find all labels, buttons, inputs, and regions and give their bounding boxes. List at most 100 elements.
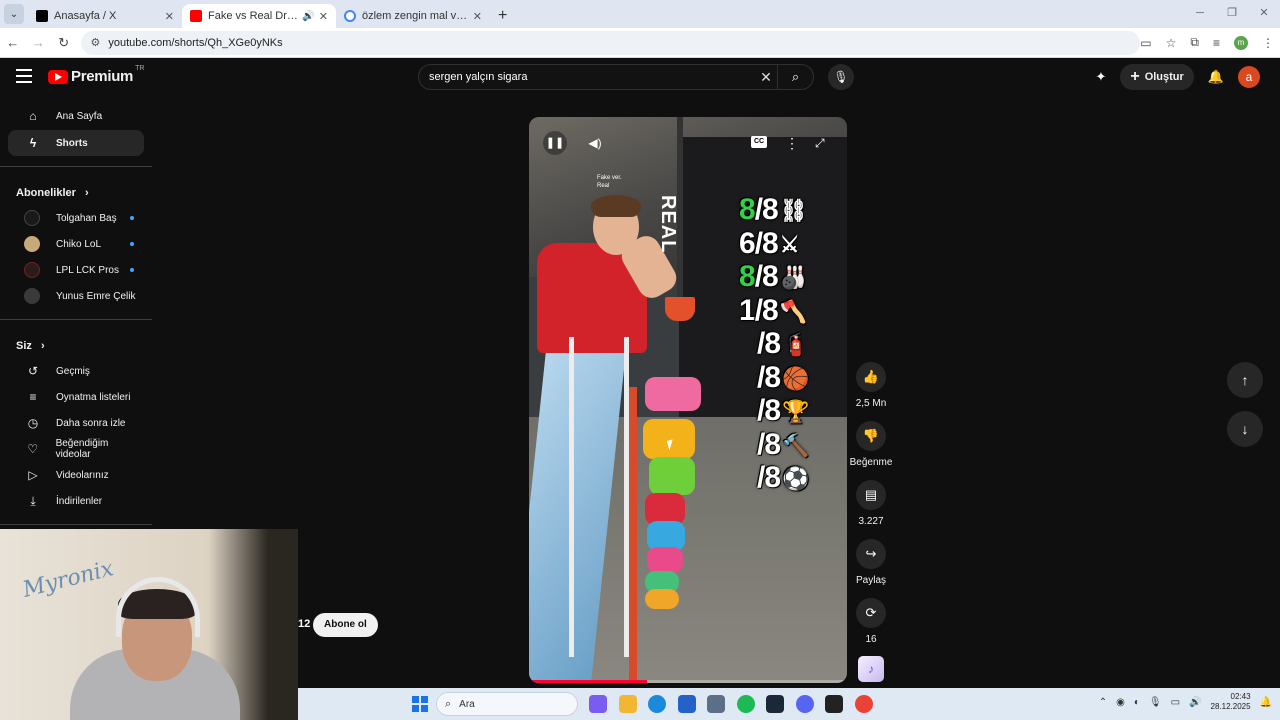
spotify-icon[interactable]	[736, 695, 755, 713]
hamburger-menu-icon[interactable]	[16, 69, 32, 83]
shorts-video-player[interactable]: REAL Fake ver. Real 8/8⛓ 6/8⚔ 8/8🎳 1/8🪓/8🧯 /…	[529, 117, 847, 683]
site-info-icon[interactable]: ⚙	[91, 36, 101, 49]
search-input[interactable]: sergen yalçın sigara	[429, 71, 755, 83]
browser-tab[interactable]: Anasayfa / X ✕	[28, 4, 182, 28]
sidebar-item-playlists[interactable]: ≡ Oynatma listeleri	[8, 384, 144, 410]
subscribe-button[interactable]: Abone ol	[313, 613, 378, 637]
score-row: /8🏀	[757, 360, 809, 394]
sidebar-item-liked-videos[interactable]: ♡ Beğendiğim videolar	[8, 436, 144, 462]
taskbar-clock[interactable]: 02:43 28.12.2025	[1211, 692, 1251, 712]
chrome-icon[interactable]	[854, 695, 873, 713]
media-control-icon[interactable]: ≡	[1213, 36, 1220, 50]
sidebar-item-home[interactable]: ⌂ Ana Sayfa	[8, 103, 144, 129]
you-heading[interactable]: Siz ›	[0, 330, 152, 358]
close-icon[interactable]: ✕	[165, 10, 174, 23]
video-progress-bar[interactable]	[529, 680, 847, 683]
extensions-icon[interactable]: ⧉	[1190, 35, 1199, 50]
volume-icon[interactable]: 🔊	[1189, 697, 1201, 708]
minimize-icon[interactable]: ─	[1184, 0, 1216, 28]
arrow-down-icon: ↓	[1241, 421, 1249, 437]
app-icon[interactable]	[825, 695, 843, 713]
gemini-sparkle-icon[interactable]: ✦	[1095, 69, 1106, 85]
reload-icon[interactable]: ↻	[51, 35, 77, 51]
restore-icon[interactable]: ❐	[1216, 0, 1248, 28]
browser-tab[interactable]: özlem zengin mal varlığı - Google ✕	[336, 4, 490, 28]
share-label: Paylaş	[855, 575, 886, 586]
steam-icon[interactable]	[766, 695, 784, 713]
fullscreen-icon[interactable]: ⤢	[815, 131, 825, 155]
forward-icon[interactable]: →	[26, 35, 52, 50]
subscription-item[interactable]: Chiko LoL	[8, 231, 144, 257]
volume-icon[interactable]: ◀)	[583, 131, 607, 155]
close-icon[interactable]: ✕	[319, 10, 328, 23]
next-short-button[interactable]: ↓	[1227, 411, 1263, 447]
browser-tab-active[interactable]: Fake vs Real Drops! - YouTube 🔊 ✕	[182, 4, 336, 28]
like-button[interactable]: 👍 2,5 Mn	[849, 362, 893, 409]
copilot-icon[interactable]	[589, 695, 607, 713]
windows-start-icon[interactable]	[412, 696, 428, 712]
share-button[interactable]: ↪ Paylaş	[849, 539, 893, 586]
settings-icon[interactable]	[707, 695, 725, 713]
comments-button[interactable]: ▤ 3.227	[849, 480, 893, 527]
chevron-right-icon: ›	[40, 340, 45, 352]
new-content-dot	[130, 268, 134, 272]
thumbs-down-icon: 👎	[856, 421, 886, 451]
browser-toolbar: ← → ↻ ⚙ youtube.com/shorts/Qh_XGe0yNKs ▭…	[0, 28, 1280, 58]
logo-text: Premium	[71, 68, 134, 85]
video-red-post	[629, 387, 637, 683]
tray-app-icon[interactable]: ◐	[1134, 697, 1140, 708]
account-avatar[interactable]: a	[1238, 66, 1260, 88]
youtube-premium-logo[interactable]: Premium TR	[48, 65, 144, 85]
notifications-icon[interactable]: 🔔	[1260, 697, 1272, 708]
network-icon[interactable]: ▭	[1171, 697, 1180, 708]
back-icon[interactable]: ←	[0, 35, 26, 50]
taskbar-search[interactable]: ⌕ Ara	[436, 692, 578, 716]
speaker-icon[interactable]: 🔊	[302, 11, 314, 22]
create-button[interactable]: + Oluştur	[1120, 64, 1194, 90]
tray-overflow-icon[interactable]: ⌃	[1099, 697, 1107, 708]
dislike-button[interactable]: 👎 Beğenme	[849, 421, 893, 468]
pause-icon[interactable]: ❚❚	[543, 131, 567, 155]
address-bar[interactable]: ⚙ youtube.com/shorts/Qh_XGe0yNKs	[80, 30, 1141, 55]
captions-icon[interactable]: CC	[751, 136, 767, 148]
microphone-icon[interactable]: 🎙	[1149, 697, 1162, 708]
search-icon[interactable]: ⌕	[777, 65, 813, 89]
discord-icon[interactable]	[795, 695, 814, 713]
sidebar-item-shorts[interactable]: ϟ Shorts	[8, 130, 144, 156]
tab-search-button[interactable]: ⌄	[4, 4, 24, 24]
notifications-bell-icon[interactable]: 🔔	[1208, 69, 1224, 85]
microphone-icon[interactable]: 🎙	[828, 64, 854, 90]
close-icon[interactable]: ✕	[473, 10, 482, 23]
sound-thumbnail[interactable]: ♪	[858, 656, 884, 682]
menu-icon[interactable]: ⋮	[1262, 36, 1274, 50]
score-object-icon: 🪓	[779, 298, 807, 324]
previous-short-button[interactable]: ↑	[1227, 362, 1263, 398]
subscription-item[interactable]: Tolgahan Baş	[8, 205, 144, 231]
clear-search-icon[interactable]: ✕	[755, 69, 777, 86]
sidebar-item-your-videos[interactable]: ▷ Videolarınız	[8, 462, 144, 488]
tab-title: Anasayfa / X	[54, 10, 117, 22]
store-icon[interactable]	[677, 695, 696, 713]
clock-date: 28.12.2025	[1210, 702, 1251, 711]
channel-name: Chiko LoL	[56, 238, 102, 250]
video-caption-small: Fake ver. Real	[597, 175, 622, 189]
sidebar-item-downloads[interactable]: ⤓ İndirilenler	[8, 488, 144, 514]
more-options-icon[interactable]: ⋮	[785, 131, 799, 155]
file-explorer-icon[interactable]	[618, 695, 637, 713]
new-content-dot	[130, 216, 134, 220]
close-window-icon[interactable]: ✕	[1248, 0, 1280, 28]
subscription-item[interactable]: Yunus Emre Çelik	[8, 283, 144, 309]
clock-time: 02:43	[1230, 692, 1251, 701]
cast-icon[interactable]: ▭	[1140, 36, 1151, 50]
bookmark-star-icon[interactable]: ☆	[1166, 36, 1177, 50]
subscription-item[interactable]: LPL LCK Pros	[8, 257, 144, 283]
sidebar-item-history[interactable]: ↺ Geçmiş	[8, 358, 144, 384]
new-tab-button[interactable]: +	[498, 7, 507, 25]
score-denominator: /8	[757, 360, 781, 394]
edge-icon[interactable]	[648, 695, 666, 713]
profile-avatar[interactable]: m	[1234, 35, 1248, 50]
remix-button[interactable]: ⟳ 16	[849, 598, 893, 645]
subscriptions-heading[interactable]: Abonelikler ›	[0, 177, 152, 205]
sidebar-item-watch-later[interactable]: ◷ Daha sonra izle	[8, 410, 144, 436]
tray-app-icon[interactable]: ◉	[1116, 697, 1125, 708]
